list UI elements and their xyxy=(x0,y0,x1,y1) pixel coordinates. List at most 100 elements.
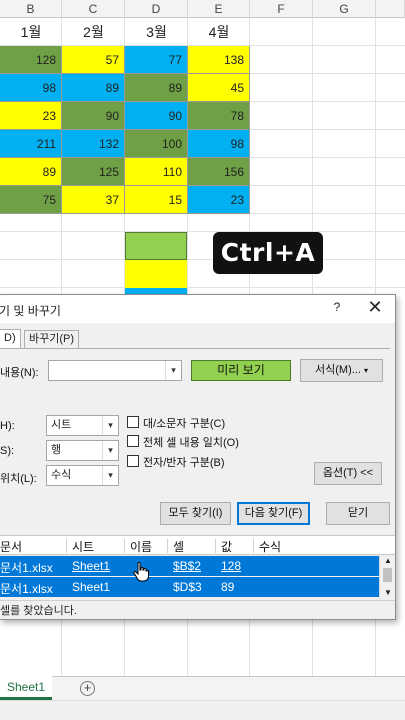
column-divider xyxy=(215,539,216,553)
column-divider xyxy=(253,539,254,553)
dialog-status-text: 셀를 찾았습니다. xyxy=(0,600,395,620)
add-sheet-button[interactable]: + xyxy=(80,681,95,696)
format-preview: 미리 보기 xyxy=(191,360,291,381)
data-cell[interactable]: 211 xyxy=(0,130,62,158)
data-cell[interactable]: 110 xyxy=(125,158,188,186)
data-cell[interactable]: 75 xyxy=(0,186,62,214)
dialog-title-bar[interactable]: 찾기 및 바꾸기 ? ✕ xyxy=(0,295,395,323)
data-cell[interactable]: 37 xyxy=(62,186,125,214)
match-byte-label[interactable]: 전자/반자 구분(B) xyxy=(143,454,225,470)
data-cell[interactable]: 98 xyxy=(0,74,62,102)
format-button[interactable]: 서식(M)... ▾ xyxy=(300,359,383,382)
shortcut-badge: Ctrl+A xyxy=(213,232,323,274)
month-header-cell[interactable]: 4월 xyxy=(188,18,250,46)
status-strip xyxy=(0,700,405,720)
tab-divider xyxy=(0,348,390,349)
find-all-button[interactable]: 모두 찾기(I) xyxy=(160,502,231,525)
sheet-tab-bar: Sheet1 + xyxy=(0,676,405,700)
data-cell[interactable]: 89 xyxy=(0,158,62,186)
data-cell[interactable]: 138 xyxy=(188,46,250,74)
results-header-name[interactable]: 이름 xyxy=(130,538,152,555)
result-sheet: Sheet1 xyxy=(72,559,111,573)
within-value: 시트 xyxy=(51,419,72,431)
chevron-down-icon[interactable]: ▾ xyxy=(165,361,181,380)
close-dialog-button[interactable]: ✕ xyxy=(365,297,385,318)
match-entire-label[interactable]: 전체 셀 내용 일치(O) xyxy=(143,434,239,450)
result-row[interactable]: 문서1.xlsx Sheet1 $D$3 89 xyxy=(0,577,379,597)
close-button[interactable]: 닫기 xyxy=(326,502,390,525)
column-header-e[interactable]: E xyxy=(188,0,250,18)
result-row[interactable]: 문서1.xlsx Sheet1 $B$2 128 xyxy=(0,556,379,576)
data-cell[interactable]: 128 xyxy=(0,46,62,74)
data-cell[interactable]: 23 xyxy=(0,102,62,130)
result-cell: $B$2 xyxy=(173,559,202,573)
find-what-input[interactable]: ▾ xyxy=(48,360,182,381)
data-cell[interactable]: 23 xyxy=(188,186,250,214)
look-in-select[interactable]: 수식 ▾ xyxy=(46,465,119,486)
column-header-h[interactable] xyxy=(376,0,405,18)
data-cell[interactable]: 57 xyxy=(62,46,125,74)
scroll-down-icon[interactable]: ▼ xyxy=(380,587,396,599)
scroll-up-icon[interactable]: ▲ xyxy=(380,555,396,567)
data-cell[interactable]: 77 xyxy=(125,46,188,74)
column-divider xyxy=(167,539,168,553)
data-cell[interactable]: 100 xyxy=(125,130,188,158)
chevron-down-icon[interactable]: ▾ xyxy=(102,416,118,435)
data-cell[interactable]: 90 xyxy=(125,102,188,130)
data-cell[interactable]: 45 xyxy=(188,74,250,102)
result-cell: $D$3 xyxy=(173,580,202,594)
tab-replace[interactable]: 바꾸기(P) xyxy=(24,330,80,348)
data-cell[interactable]: 90 xyxy=(62,102,125,130)
match-case-checkbox[interactable] xyxy=(127,416,139,428)
results-header-value[interactable]: 값 xyxy=(221,538,232,555)
month-header-cell[interactable]: 2월 xyxy=(62,18,125,46)
result-value: 128 xyxy=(221,559,242,573)
chevron-down-icon[interactable]: ▾ xyxy=(102,441,118,460)
result-sheet: Sheet1 xyxy=(72,580,111,594)
sheet-tab-sheet1[interactable]: Sheet1 xyxy=(0,676,52,700)
data-cell[interactable]: 78 xyxy=(188,102,250,130)
data-cell[interactable]: 15 xyxy=(125,186,188,214)
results-scrollbar[interactable]: ▲ ▼ xyxy=(379,555,395,599)
match-byte-checkbox[interactable] xyxy=(127,455,139,467)
column-header-g[interactable]: G xyxy=(313,0,376,18)
match-entire-checkbox[interactable] xyxy=(127,435,139,447)
options-button[interactable]: 옵션(T) << xyxy=(314,462,382,485)
results-header-book[interactable]: 문서 xyxy=(0,538,22,555)
match-case-label[interactable]: 대/소문자 구분(C) xyxy=(143,415,225,431)
column-header-c[interactable]: C xyxy=(62,0,125,18)
look-in-label: 위치(L): xyxy=(0,473,37,485)
extra-colored-cell[interactable] xyxy=(125,232,187,260)
column-header-f[interactable]: F xyxy=(250,0,313,18)
data-cell[interactable]: 156 xyxy=(188,158,250,186)
month-header-cell[interactable]: 1월 xyxy=(0,18,62,46)
within-select[interactable]: 시트 ▾ xyxy=(46,415,119,436)
column-header-b[interactable]: B xyxy=(0,0,62,18)
find-replace-dialog: 찾기 및 바꾸기 ? ✕ D) 바꾸기(P) 내용(N): ▾ 미리 보기 서식… xyxy=(0,294,396,620)
data-cell[interactable]: 132 xyxy=(62,130,125,158)
column-divider xyxy=(66,539,67,553)
results-header: 문서 시트 이름 셀 값 수식 xyxy=(0,535,395,555)
column-header-d[interactable]: D xyxy=(125,0,188,18)
data-cell[interactable]: 125 xyxy=(62,158,125,186)
result-book: 문서1.xlsx xyxy=(0,582,53,596)
scroll-thumb[interactable] xyxy=(383,568,392,582)
results-header-sheet[interactable]: 시트 xyxy=(72,538,94,555)
tab-find[interactable]: D) xyxy=(0,329,21,349)
data-cell[interactable]: 98 xyxy=(188,130,250,158)
result-value: 89 xyxy=(221,580,235,594)
data-cell[interactable]: 89 xyxy=(62,74,125,102)
gridline xyxy=(0,259,405,260)
format-button-label: 서식(M)... xyxy=(315,364,361,376)
help-button[interactable]: ? xyxy=(330,300,344,314)
results-header-formula[interactable]: 수식 xyxy=(259,538,281,555)
month-header-cell[interactable]: 3월 xyxy=(125,18,188,46)
search-value: 행 xyxy=(51,444,62,456)
search-select[interactable]: 행 ▾ xyxy=(46,440,119,461)
data-cell[interactable]: 89 xyxy=(125,74,188,102)
results-header-cell[interactable]: 셀 xyxy=(173,538,184,555)
extra-colored-cell[interactable] xyxy=(125,260,187,288)
find-next-button[interactable]: 다음 찾기(F) xyxy=(237,502,310,525)
chevron-down-icon[interactable]: ▾ xyxy=(102,466,118,485)
look-in-value: 수식 xyxy=(51,469,72,481)
